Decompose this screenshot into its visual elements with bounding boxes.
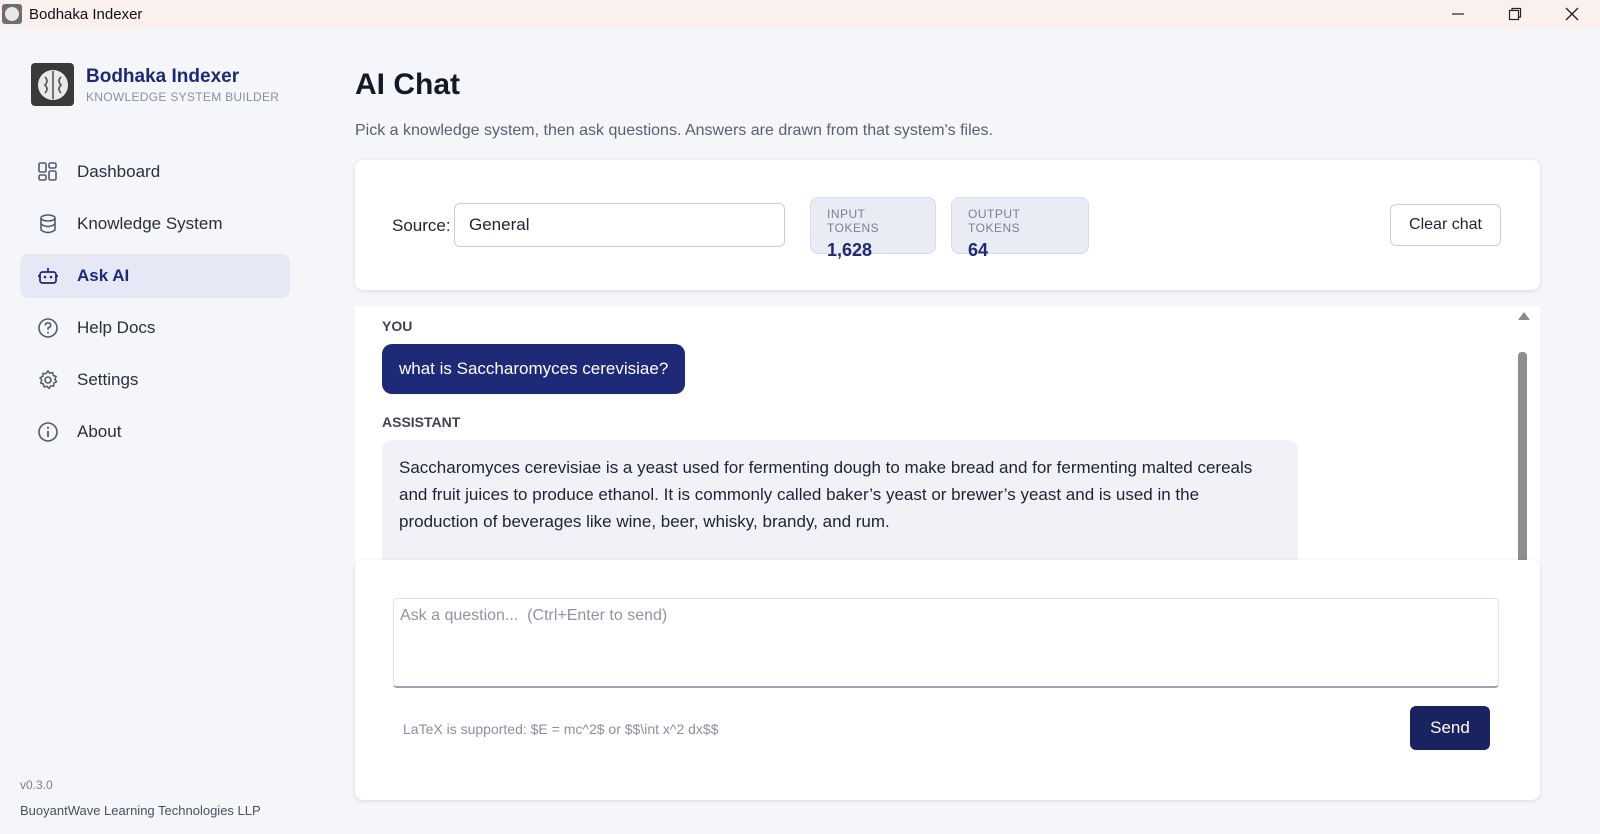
version-label: v0.3.0 [20, 778, 53, 792]
company-label: BuoyantWave Learning Technologies LLP [20, 803, 261, 818]
input-tokens-value: 1,628 [827, 240, 873, 260]
sidebar-item-label: Settings [77, 370, 139, 389]
window-controls [1429, 0, 1600, 28]
sidebar: Bodhaka Indexer KNOWLEDGE SYSTEM BUILDER… [0, 28, 310, 834]
gear-icon [37, 369, 59, 391]
output-tokens-badge: OUTPUT TOKENS 64 [951, 197, 1089, 260]
assistant-message: Saccharomyces cerevisiae is a yeast used… [382, 440, 1298, 564]
sidebar-item-settings[interactable]: Settings [20, 358, 290, 402]
sidebar-item-knowledge-system[interactable]: Knowledge System [20, 202, 290, 246]
send-button[interactable]: Send [1410, 706, 1490, 750]
source-label: Source: [392, 216, 451, 235]
restore-button[interactable] [1486, 0, 1543, 28]
sidebar-item-about[interactable]: About [20, 410, 290, 454]
info-icon [37, 421, 59, 443]
dashboard-icon [37, 161, 59, 183]
output-tokens-value: 64 [968, 240, 989, 260]
source-select-value: General [469, 215, 530, 234]
user-role-label: YOU [382, 318, 413, 334]
help-circle-icon [37, 317, 59, 339]
scrollbar-thumb[interactable] [1518, 352, 1527, 564]
page-title: AI Chat [355, 68, 460, 101]
brain-logo-icon [31, 63, 74, 106]
sidebar-item-label: Knowledge System [77, 214, 223, 233]
chat-history[interactable]: YOU what is Saccharomyces cerevisiae? AS… [355, 306, 1540, 564]
minimize-icon [1451, 13, 1464, 15]
robot-icon [37, 265, 59, 287]
main-content: AI Chat Pick a knowledge system, then as… [310, 28, 1600, 834]
title-bar: Bodhaka Indexer [0, 0, 1600, 28]
sidebar-item-dashboard[interactable]: Dashboard [20, 150, 290, 194]
close-button[interactable] [1543, 0, 1600, 28]
sidebar-item-label: About [77, 422, 122, 441]
input-tokens-label: INPUT TOKENS [827, 207, 880, 235]
restore-icon [1508, 7, 1521, 21]
database-icon [37, 213, 59, 235]
source-select[interactable]: General [454, 203, 785, 247]
sidebar-item-label: Dashboard [77, 162, 161, 181]
composer-card: LaTeX is supported: $E = mc^2$ or $$\int… [355, 560, 1540, 800]
output-tokens-label: OUTPUT TOKENS [968, 207, 1021, 235]
latex-hint: LaTeX is supported: $E = mc^2$ or $$\int… [403, 721, 719, 737]
page-description: Pick a knowledge system, then ask questi… [355, 122, 993, 139]
clear-chat-button[interactable]: Clear chat [1390, 204, 1501, 246]
sidebar-item-label: Ask AI [77, 266, 130, 285]
brand-subtitle: KNOWLEDGE SYSTEM BUILDER [86, 89, 280, 104]
sidebar-item-ask-ai[interactable]: Ask AI [20, 254, 290, 298]
sidebar-item-label: Help Docs [77, 318, 156, 337]
user-message: what is Saccharomyces cerevisiae? [382, 344, 686, 394]
assistant-role-label: ASSISTANT [382, 414, 461, 430]
sidebar-item-help-docs[interactable]: Help Docs [20, 306, 290, 350]
sidebar-nav: Dashboard Knowledge System Ask AI Help D… [20, 150, 290, 462]
chat-scrollbar[interactable] [1515, 306, 1530, 564]
minimize-button[interactable] [1429, 0, 1486, 28]
source-card: Source: General INPUT TOKENS 1,628 OUTPU… [355, 160, 1540, 290]
close-icon [1565, 7, 1578, 21]
brand-title: Bodhaka Indexer [86, 65, 240, 87]
scroll-up-arrow-icon[interactable] [1518, 312, 1530, 320]
brand: Bodhaka Indexer KNOWLEDGE SYSTEM BUILDER [31, 63, 279, 106]
window-title: Bodhaka Indexer [29, 5, 143, 23]
input-tokens-badge: INPUT TOKENS 1,628 [810, 197, 936, 260]
app-icon [2, 4, 22, 24]
question-input[interactable] [393, 598, 1499, 688]
